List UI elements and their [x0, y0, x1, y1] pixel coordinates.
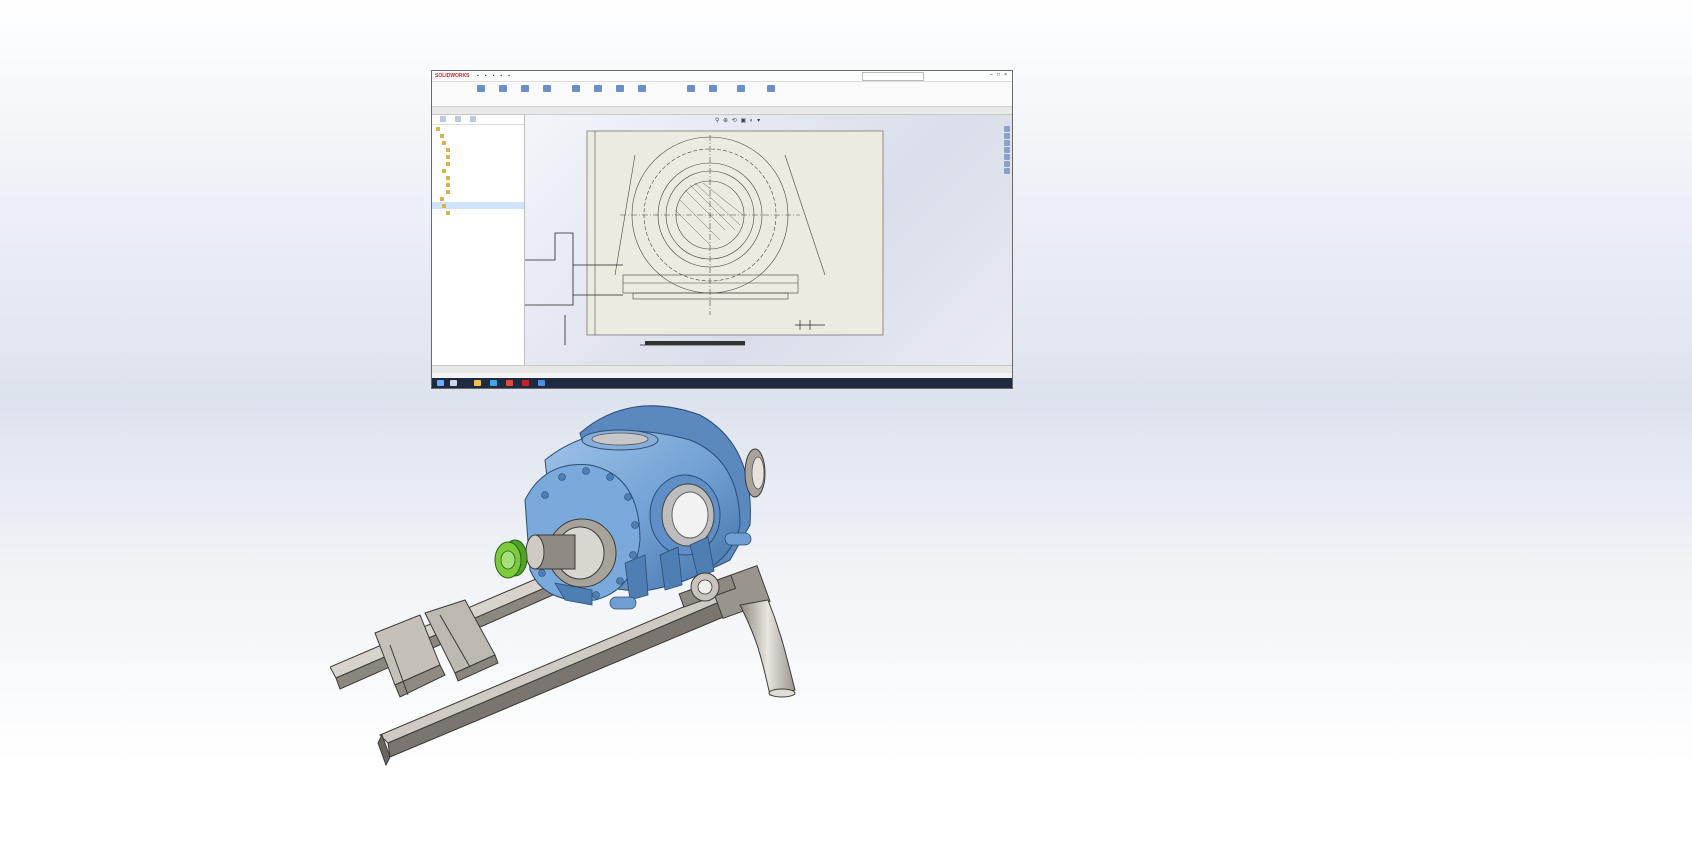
document-icon[interactable] — [538, 380, 545, 386]
ribbon-button[interactable] — [472, 84, 490, 102]
window-titlebar: SOLIDWORKS ▪ ▪ ▪ ▪ ▪ – □ × — [432, 71, 1012, 82]
custom-props-icon[interactable] — [1004, 161, 1010, 167]
view-palette-icon[interactable] — [1004, 147, 1010, 153]
search-input[interactable] — [862, 72, 924, 81]
tree-node[interactable] — [432, 195, 524, 202]
view-icon — [446, 210, 450, 215]
file-explorer-icon[interactable] — [474, 380, 481, 386]
config-icon[interactable] — [470, 116, 476, 122]
forum-icon[interactable] — [1004, 168, 1010, 174]
task-pane-tabs — [1003, 125, 1011, 175]
view-icon — [446, 175, 450, 180]
drawing-canvas[interactable]: ⚲ ⊕ ⟲ ▣ ◐ ▾ — [525, 115, 1012, 365]
app-logo: SOLIDWORKS — [435, 73, 470, 79]
ribbon-button[interactable] — [516, 84, 534, 102]
tree-node-selected[interactable] — [432, 202, 524, 209]
maximize-icon[interactable]: □ — [995, 72, 1002, 78]
view-icon — [446, 189, 450, 194]
graphics-area[interactable]: SOLIDWORKS ▪ ▪ ▪ ▪ ▪ – □ × ⚲ ⊕ ⟲ ▣ ◐ ▾ — [0, 0, 1692, 867]
ribbon-button[interactable] — [567, 84, 585, 102]
os-taskbar — [432, 378, 1012, 388]
ribbon-button[interactable] — [538, 84, 556, 102]
window-controls: – □ × — [988, 72, 1009, 78]
tree-node[interactable] — [432, 125, 524, 132]
view-icon — [442, 140, 446, 145]
tree-node[interactable] — [432, 167, 524, 174]
app-icon[interactable] — [490, 380, 497, 386]
tree-node[interactable] — [432, 181, 524, 188]
drawing-sheet — [525, 130, 884, 346]
sheet-icon — [440, 196, 444, 201]
folder-icon — [436, 126, 440, 131]
view-icon — [446, 154, 450, 159]
ribbon-button[interactable] — [762, 84, 780, 102]
tree-node[interactable] — [432, 132, 524, 139]
ribbon-button[interactable] — [732, 84, 750, 102]
ribbon-toolbar — [432, 82, 1012, 107]
ribbon-button[interactable] — [682, 84, 700, 102]
menu-bar: ▪ ▪ ▪ ▪ ▪ — [477, 73, 510, 79]
view-icon — [446, 182, 450, 187]
tree-toolbar — [432, 115, 524, 125]
view-icon — [442, 168, 446, 173]
ribbon-button[interactable] — [589, 84, 607, 102]
ribbon-button[interactable] — [494, 84, 512, 102]
browser-icon[interactable] — [506, 380, 513, 386]
view-icon — [446, 161, 450, 166]
tree-node[interactable] — [432, 209, 524, 216]
start-icon[interactable] — [437, 380, 444, 386]
ribbon-button[interactable] — [611, 84, 629, 102]
ribbon-button[interactable] — [704, 84, 722, 102]
3d-model-assembly[interactable] — [330, 405, 850, 825]
property-icon[interactable] — [455, 116, 461, 122]
view-icon — [442, 203, 446, 208]
close-icon[interactable]: × — [1002, 72, 1009, 78]
solidworks-icon[interactable] — [522, 380, 529, 386]
minimize-icon[interactable]: – — [988, 72, 995, 78]
library-icon[interactable] — [1004, 133, 1010, 139]
resources-icon[interactable] — [1004, 126, 1010, 132]
tree-node[interactable] — [432, 174, 524, 181]
feature-manager-tree — [432, 115, 525, 365]
tree-node[interactable] — [432, 160, 524, 167]
tree-node[interactable] — [432, 139, 524, 146]
feature-tree-icon[interactable] — [440, 116, 446, 122]
appearance-icon[interactable] — [1004, 154, 1010, 160]
command-manager-tabs — [432, 107, 1012, 115]
explorer-icon[interactable] — [1004, 140, 1010, 146]
sheet-icon — [440, 133, 444, 138]
tree-node[interactable] — [432, 146, 524, 153]
embedded-screenshot: SOLIDWORKS ▪ ▪ ▪ ▪ ▪ – □ × ⚲ ⊕ ⟲ ▣ ◐ ▾ — [431, 70, 1013, 389]
tree-node[interactable] — [432, 153, 524, 160]
search-icon[interactable] — [450, 380, 457, 386]
tree-node[interactable] — [432, 188, 524, 195]
sheet-tabs — [432, 365, 1012, 373]
ribbon-button[interactable] — [633, 84, 651, 102]
view-icon — [446, 147, 450, 152]
